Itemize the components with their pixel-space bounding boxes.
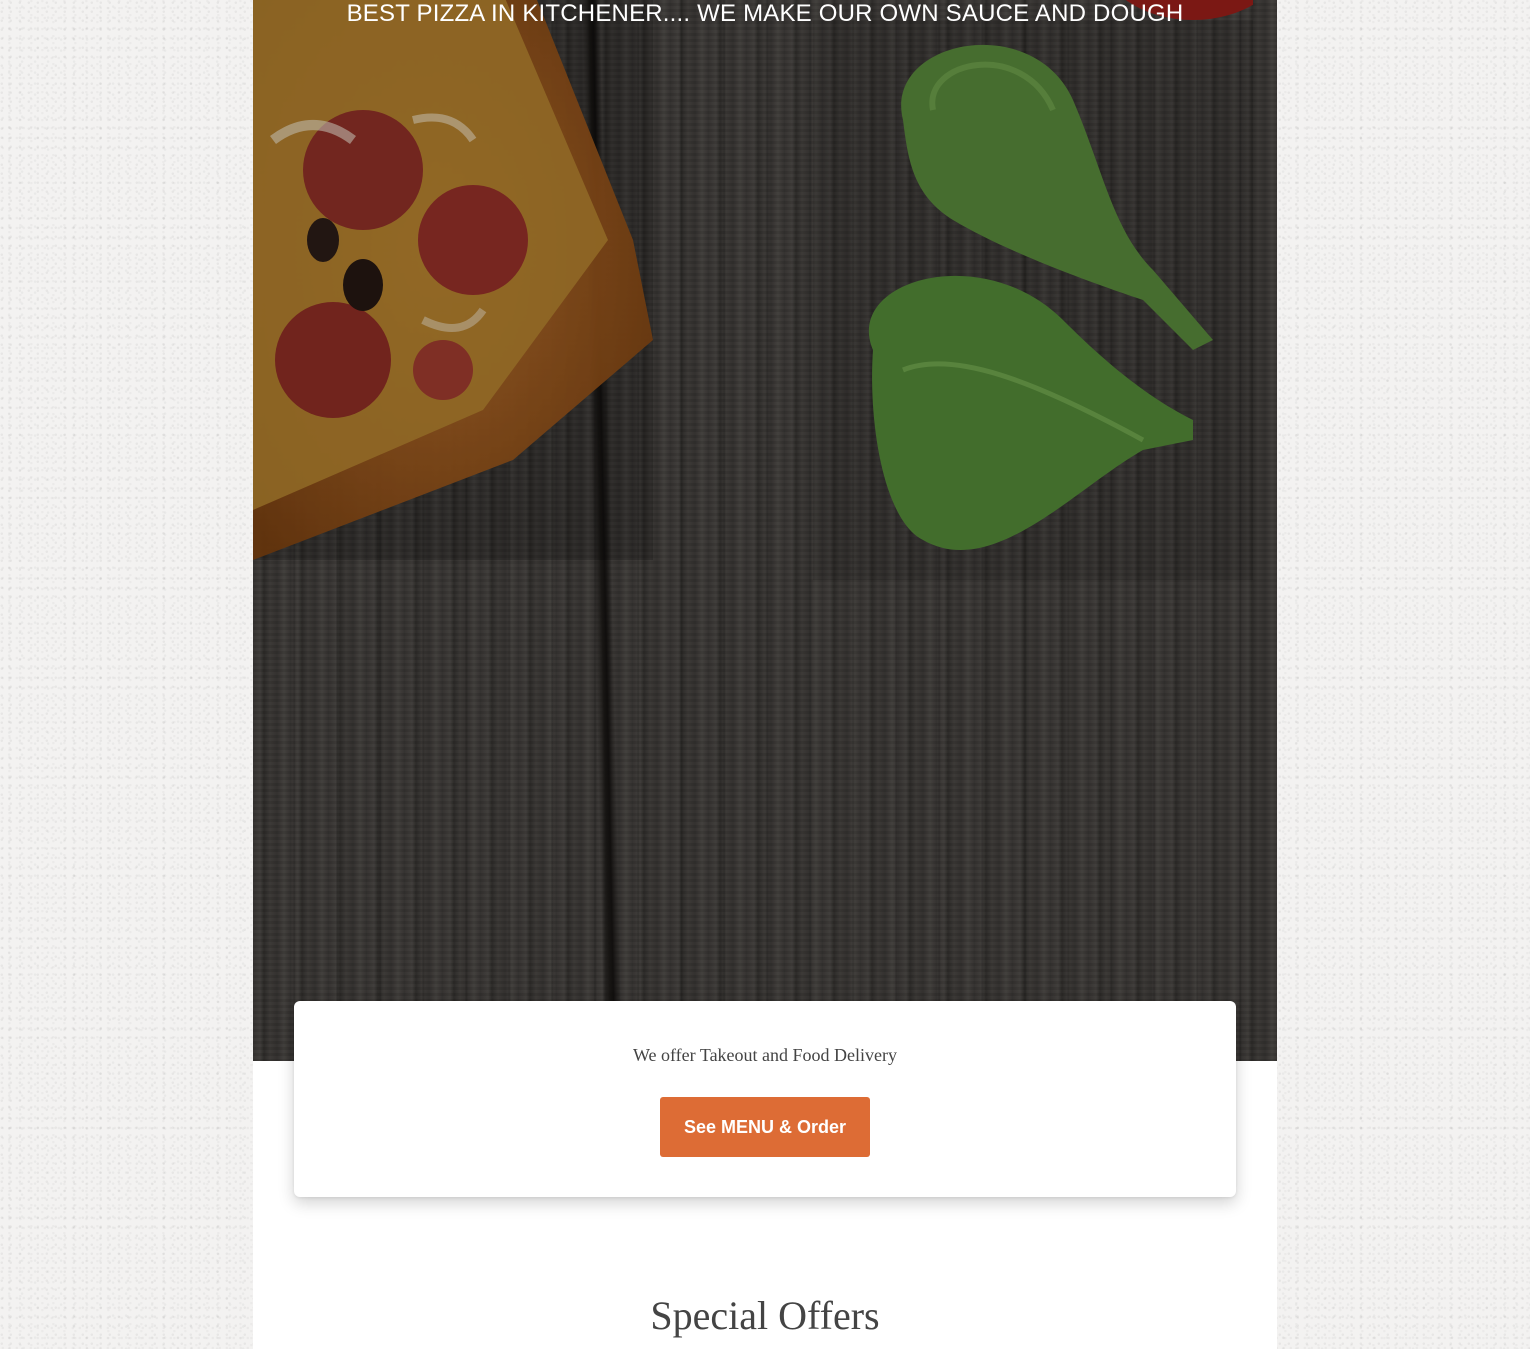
- takeout-delivery-text: We offer Takeout and Food Delivery: [632, 1045, 898, 1065]
- hero-tagline: BEST PIZZA IN KITCHENER.... WE MAKE OUR …: [346, 0, 1184, 27]
- hero-banner: BEST PIZZA IN KITCHENER.... WE MAKE OUR …: [253, 0, 1277, 1061]
- special-offers-heading: Special Offers: [650, 1293, 880, 1338]
- page-column: BEST PIZZA IN KITCHENER.... WE MAKE OUR …: [253, 0, 1277, 1349]
- see-menu-order-button[interactable]: See MENU & Order: [660, 1097, 870, 1157]
- basil-leaves-image: [813, 20, 1253, 580]
- pizza-slice-image: [253, 0, 653, 560]
- order-card: We offer Takeout and Food Delivery See M…: [294, 1001, 1236, 1197]
